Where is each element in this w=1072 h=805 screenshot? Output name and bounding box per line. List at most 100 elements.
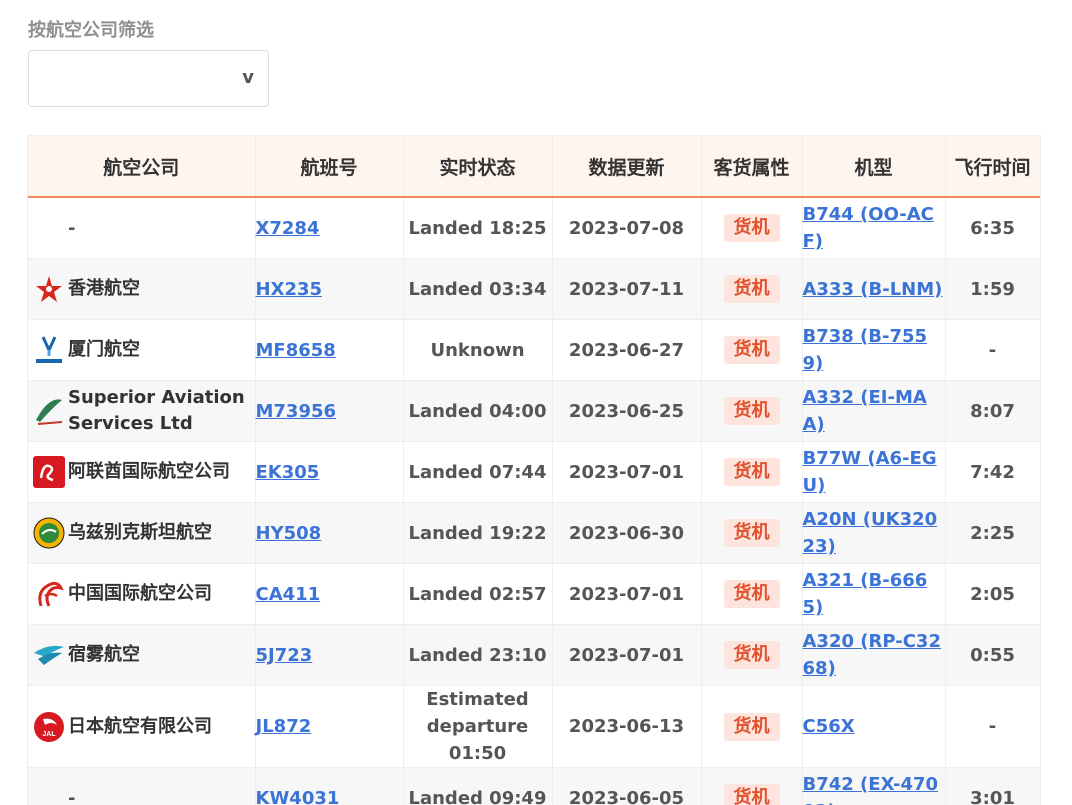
status-cell: Landed 19:22	[403, 502, 553, 564]
chevron-down-icon[interactable]: v	[242, 67, 254, 88]
aircraft-cell: A321 (B-6665)	[802, 563, 946, 625]
flight-number-link[interactable]: KW4031	[256, 788, 340, 805]
flight-cell: 5J723	[255, 624, 404, 686]
xiamen-airlines-logo	[32, 333, 66, 367]
flight-cell: M73956	[255, 380, 404, 442]
airline-name: 阿联酋国际航空公司	[68, 461, 230, 482]
cargo-type-cell: 货机	[701, 258, 803, 320]
aircraft-link[interactable]: C56X	[803, 716, 855, 737]
flight-number-link[interactable]: CA411	[256, 584, 321, 605]
cargo-type-badge: 货机	[723, 214, 780, 242]
flight-duration-cell: 1:59	[945, 258, 1040, 320]
airline-cell: JAL 日本航空有限公司	[28, 685, 256, 768]
flight-number-link[interactable]: 5J723	[256, 645, 313, 666]
cargo-type-cell: 货机	[701, 197, 803, 259]
status-cell: Landed 23:10	[403, 624, 553, 686]
flight-number-link[interactable]: EK305	[256, 462, 320, 483]
status-cell: Landed 02:57	[403, 563, 553, 625]
table-row: - KW4031 Landed 09:49 2023-06-05 货机 B742 (EX-…	[28, 767, 1040, 805]
airline-name: Superior Aviation Services Ltd	[68, 387, 245, 434]
cargo-type-badge: 货机	[723, 712, 780, 741]
airline-name: 中国国际航空公司	[68, 583, 212, 604]
table-row: Superior Aviation Services Ltd M73956 Land…	[28, 380, 1040, 442]
cargo-type-cell: 货机	[701, 563, 803, 625]
cargo-type-badge: 货机	[723, 519, 780, 547]
flight-duration-cell: 7:42	[945, 441, 1040, 503]
flight-duration-cell: -	[945, 685, 1040, 768]
aircraft-link[interactable]: B744 (OO-ACF)	[803, 204, 934, 252]
col-aircraft-header: 机型	[802, 136, 946, 198]
air-china-logo	[32, 577, 66, 611]
status-cell: Landed 04:00	[403, 380, 553, 442]
airline-cell: 阿联酋国际航空公司	[28, 441, 256, 503]
airline-name: -	[68, 787, 76, 805]
aircraft-link[interactable]: A320 (RP-C3268)	[803, 631, 941, 679]
table-row: 香港航空 HX235 Landed 03:34 2023-07-11 货机 A333 (B…	[28, 258, 1040, 320]
col-flight-header: 航班号	[255, 136, 404, 198]
flight-cell: KW4031	[255, 767, 404, 805]
updated-date-cell: 2023-06-05	[552, 767, 702, 805]
flight-duration-cell: 2:25	[945, 502, 1040, 564]
airline-name: 日本航空有限公司	[68, 715, 212, 737]
flight-cell: HX235	[255, 258, 404, 320]
table-row: - X7284 Landed 18:25 2023-07-08 货机 B744 (OO-A…	[28, 197, 1040, 259]
aircraft-link[interactable]: B738 (B-7559)	[803, 326, 928, 374]
col-status-header: 实时状态	[403, 136, 553, 198]
uzbekistan-airways-logo	[32, 516, 66, 550]
aircraft-link[interactable]: B742 (EX-47002)	[803, 774, 939, 805]
aircraft-cell: A333 (B-LNM)	[802, 258, 946, 320]
airline-name: 乌兹别克斯坦航空	[68, 522, 212, 543]
table-row: 阿联酋国际航空公司 EK305 Landed 07:44 2023-07-01 货机 B7…	[28, 441, 1040, 503]
status-cell: Landed 09:49	[403, 767, 553, 805]
flight-duration-cell: -	[945, 319, 1040, 381]
table-row: 宿雾航空 5J723 Landed 23:10 2023-07-01 货机 A320 (R…	[28, 624, 1040, 686]
aircraft-link[interactable]: A321 (B-6665)	[803, 570, 928, 618]
updated-date-cell: 2023-06-27	[552, 319, 702, 381]
aircraft-link[interactable]: A333 (B-LNM)	[803, 279, 943, 300]
table-header-row: 航空公司 航班号 实时状态 数据更新 客货属性 机型 飞行时间	[28, 136, 1040, 198]
cargo-type-badge: 货机	[723, 458, 780, 486]
aircraft-link[interactable]: A332 (EI-MAA)	[803, 387, 927, 435]
col-duration-header: 飞行时间	[945, 136, 1040, 198]
hong-kong-airlines-logo	[32, 272, 66, 306]
updated-date-cell: 2023-06-30	[552, 502, 702, 564]
flight-number-link[interactable]: M73956	[256, 401, 337, 422]
col-type-header: 客货属性	[701, 136, 803, 198]
flight-duration-cell: 3:01	[945, 767, 1040, 805]
flight-cell: CA411	[255, 563, 404, 625]
airline-name: -	[68, 217, 76, 239]
airline-name: 厦门航空	[68, 339, 140, 360]
updated-date-cell: 2023-06-13	[552, 685, 702, 768]
airline-cell: 中国国际航空公司	[28, 563, 256, 625]
airline-cell: 厦门航空	[28, 319, 256, 381]
table-body: - X7284 Landed 18:25 2023-07-08 货机 B744 (OO-A…	[28, 197, 1040, 805]
aircraft-cell: B742 (EX-47002)	[802, 767, 946, 805]
aircraft-cell: B77W (A6-EGU)	[802, 441, 946, 503]
aircraft-link[interactable]: B77W (A6-EGU)	[803, 448, 937, 496]
superior-aviation-logo	[32, 394, 66, 428]
svg-text:JAL: JAL	[42, 731, 56, 738]
japan-airlines-logo: JAL	[32, 710, 66, 744]
flight-duration-cell: 6:35	[945, 197, 1040, 259]
flight-number-link[interactable]: HX235	[256, 279, 323, 300]
airline-name: 香港航空	[68, 278, 140, 299]
flight-cell: JL872	[255, 685, 404, 768]
aircraft-cell: A20N (UK32023)	[802, 502, 946, 564]
status-cell: Landed 03:34	[403, 258, 553, 320]
emirates-logo	[32, 455, 66, 489]
flight-number-link[interactable]: HY508	[256, 523, 322, 544]
cargo-type-cell: 货机	[701, 685, 803, 768]
status-cell: Estimated departure 01:50	[403, 685, 553, 768]
flight-number-link[interactable]: X7284	[256, 218, 320, 239]
airline-cell: 香港航空	[28, 258, 256, 320]
airline-name: 宿雾航空	[68, 644, 140, 665]
cargo-type-cell: 货机	[701, 624, 803, 686]
flights-table: 航空公司 航班号 实时状态 数据更新 客货属性 机型 飞行时间 - X7284 Landed 1…	[28, 136, 1040, 805]
flight-number-link[interactable]: JL872	[256, 716, 312, 737]
table-row: 厦门航空 MF8658 Unknown 2023-06-27 货机 B738 (B-755…	[28, 319, 1040, 381]
flight-number-link[interactable]: MF8658	[256, 340, 336, 361]
table-row: 乌兹别克斯坦航空 HY508 Landed 19:22 2023-06-30 货机 A20…	[28, 502, 1040, 564]
airline-filter-select[interactable]: v	[28, 50, 269, 107]
status-cell: Landed 18:25	[403, 197, 553, 259]
aircraft-link[interactable]: A20N (UK32023)	[803, 509, 938, 557]
